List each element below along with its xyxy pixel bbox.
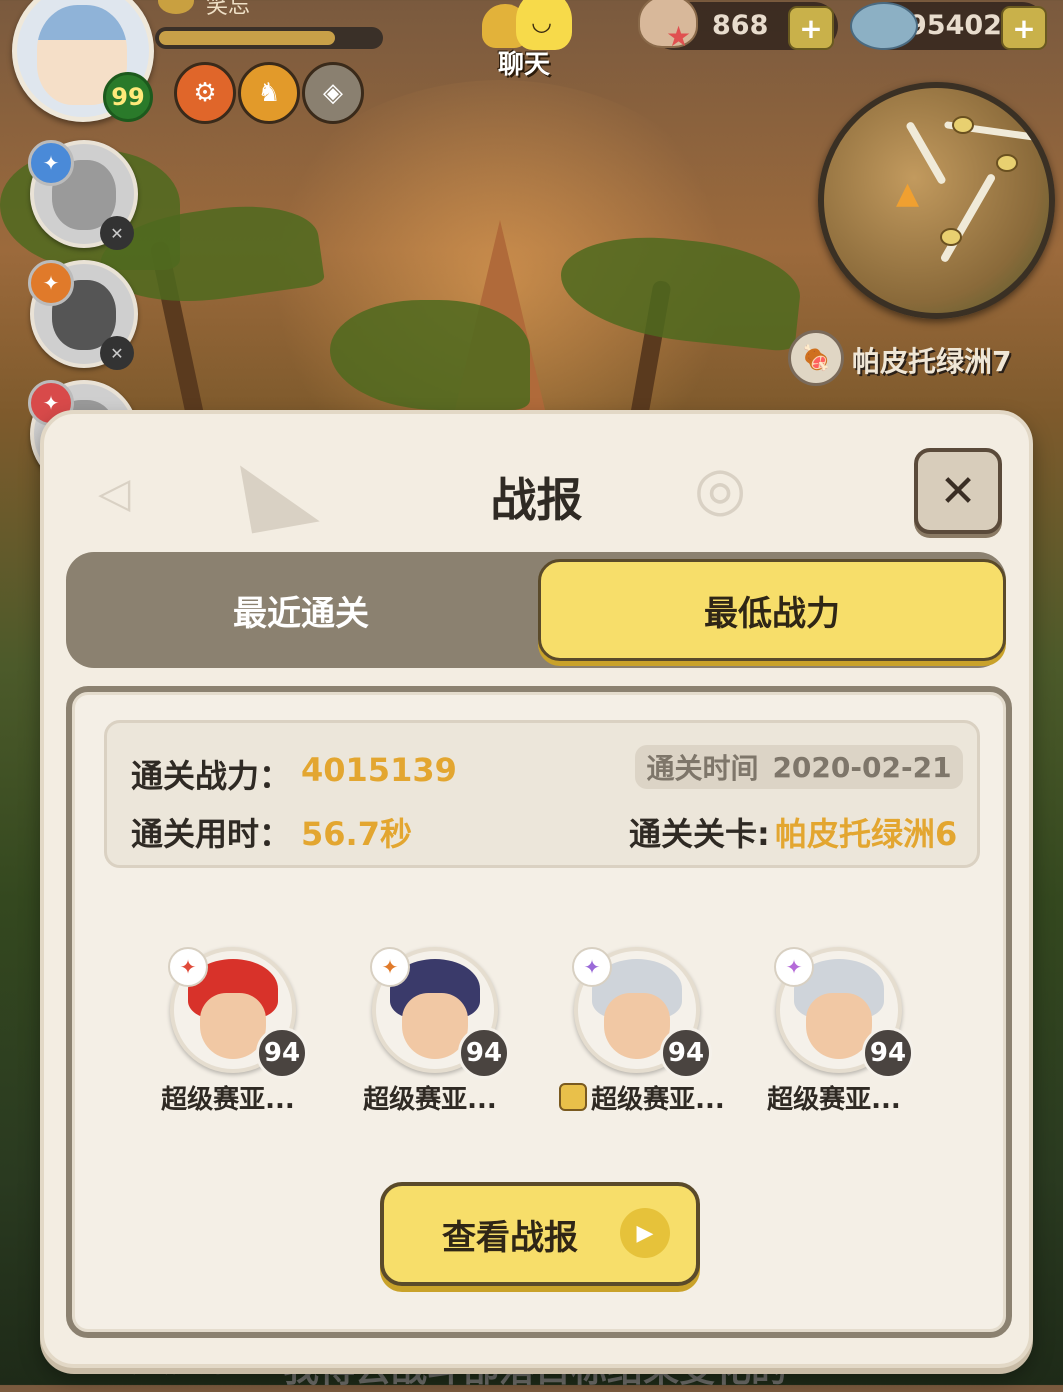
hero-slot[interactable]: ✦ 94 超级赛亚... [148,947,308,1117]
play-icon: ▶ [620,1208,670,1258]
player-position-icon: ▲ [896,176,920,211]
view-report-label: 查看战报 [442,1218,578,1258]
hero-level-badge: 94 [660,1027,712,1079]
clear-date-chip: 通关时间 2020-02-21 [635,745,963,789]
hero-level-badge: 94 [458,1027,510,1079]
hero-name-text: 超级赛亚... [161,1085,295,1115]
player-rank-icon [158,0,194,14]
starfish-icon: ★ [666,20,692,53]
close-button[interactable]: ✕ [914,448,1002,534]
water-element-icon: ✦ [28,140,74,186]
hero-level-badge: 94 [256,1027,308,1079]
chat-label: 聊天 [498,50,551,80]
report-tabs: 最近通关 最低战力 [66,552,1006,668]
clear-power-label: 通关战力： [131,757,292,795]
hero-name: 超级赛亚... [552,1079,732,1116]
hero-name-text: 超级赛亚... [767,1085,901,1115]
chat-button[interactable]: ◡ 聊天 [478,0,593,80]
clear-date-label: 通关时间 [646,752,759,785]
void-element-icon: ✦ [774,947,814,987]
hero-slot[interactable]: ✦ 94 超级赛亚... [552,947,732,1117]
add-gems-button[interactable]: + [1001,6,1047,50]
battle-report-modal: ◣ ◁ ◎ 战报 ✕ 最近通关 最低战力 通关战力： 4015139 通关用时：… [40,410,1033,1368]
location-name: 帕皮托绿洲7 [852,345,1012,378]
minimap-node [996,154,1018,172]
player-xp-fill [159,31,335,45]
time-used-value: 56.7秒 [301,815,412,853]
report-content-panel: 通关战力： 4015139 通关用时： 56.7秒 通关时间 2020-02-2… [66,686,1012,1338]
smile-icon: ◡ [531,8,552,36]
minimap-node [952,116,974,134]
hero-name-text: 超级赛亚... [591,1085,725,1115]
clear-date-value: 2020-02-21 [772,750,952,784]
shell-amount: 868 [712,10,769,41]
fire-element-icon: ✦ [28,260,74,306]
player-xp-bar [155,27,383,49]
team-member-avatar[interactable]: ✦ ✕ [28,140,138,250]
clear-power-value: 4015139 [301,751,457,789]
remove-member-icon[interactable]: ✕ [100,336,134,370]
shield-buff-icon[interactable]: ◈ [302,62,364,124]
hero-slot[interactable]: ✦ 94 超级赛亚... [350,947,510,1117]
stage-label: 通关关卡: [629,815,770,853]
minimap-path [939,172,997,264]
wind-element-icon: ✦ [572,947,612,987]
tab-lowest-power[interactable]: 最低战力 [538,559,1006,661]
modal-title: 战报 [490,473,583,527]
fire-element-icon: ✦ [168,947,208,987]
minimap-node [940,228,962,246]
gem-icon [850,2,918,50]
hero-name: 超级赛亚... [350,1079,510,1116]
stage-value: 帕皮托绿洲6 [775,815,958,853]
sword-element-icon: ✦ [370,947,410,987]
hero-level-badge: 94 [862,1027,914,1079]
minimap[interactable]: ▲ [818,82,1055,319]
remove-member-icon[interactable]: ✕ [100,216,134,250]
time-used-label: 通关用时： [131,815,292,853]
gear-buff-icon[interactable]: ⚙ [174,62,236,124]
hero-name: 超级赛亚... [754,1079,914,1116]
dragon-buff-icon[interactable]: ♞ [238,62,300,124]
player-name: 笑忘 [206,0,251,19]
meat-icon: 🍖 [788,330,844,386]
view-report-button[interactable]: 查看战报 ▶ [380,1182,700,1286]
hero-name: 超级赛亚... [148,1079,308,1116]
hero-slot[interactable]: ✦ 94 超级赛亚... [754,947,914,1117]
player-level-badge: 99 [103,72,153,122]
add-shells-button[interactable]: + [788,6,834,50]
tab-recent-clear[interactable]: 最近通关 [66,552,536,668]
clear-info-box: 通关战力： 4015139 通关用时： 56.7秒 通关时间 2020-02-2… [104,720,980,868]
hero-name-text: 超级赛亚... [363,1085,497,1115]
team-member-avatar[interactable]: ✦ ✕ [28,260,138,370]
captain-shield-icon [559,1083,588,1111]
